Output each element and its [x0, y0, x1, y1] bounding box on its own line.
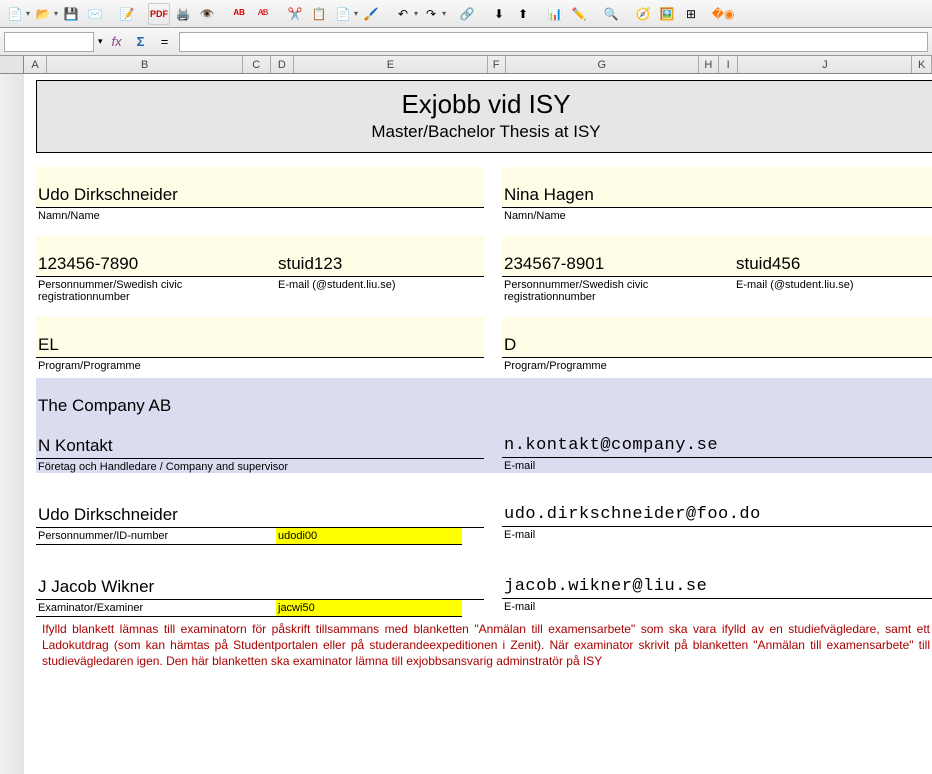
print-icon[interactable]: 🖨️	[172, 3, 194, 25]
company-email-cell[interactable]: n.kontakt@company.se	[502, 430, 932, 458]
pdf-export-icon[interactable]: PDF	[148, 3, 170, 25]
supervisor-id-label: Personnummer/ID-number	[36, 528, 276, 545]
page-title: Exjobb vid ISY	[37, 89, 932, 120]
edit-doc-icon[interactable]: 📝	[116, 3, 138, 25]
cut-icon[interactable]: ✂️	[284, 3, 306, 25]
student2-stuid-cell[interactable]: stuid456	[734, 236, 932, 277]
row-headers	[0, 74, 24, 774]
cell-reference-input[interactable]	[4, 32, 94, 52]
page-subtitle: Master/Bachelor Thesis at ISY	[37, 122, 932, 142]
col-header[interactable]: G	[506, 56, 699, 73]
sort-asc-icon[interactable]: ⬇	[488, 3, 510, 25]
student1-stuid-cell[interactable]: stuid123	[276, 236, 484, 277]
student1-stuid-label: E-mail (@student.liu.se)	[276, 277, 484, 303]
examiner-email-label: E-mail	[502, 599, 932, 613]
new-doc-icon[interactable]: 📄	[4, 3, 26, 25]
auto-spellcheck-icon[interactable]: ᴬͨᴮ	[252, 3, 274, 25]
examiner-name-cell[interactable]: J Jacob Wikner	[36, 559, 484, 600]
paste-icon[interactable]: 📄	[332, 3, 354, 25]
student2-name-cell[interactable]: Nina Hagen	[502, 167, 932, 208]
student2-program-cell[interactable]: D	[502, 317, 932, 358]
col-header[interactable]: E	[294, 56, 487, 73]
examiner-liuid-cell[interactable]: jacwi50	[276, 600, 462, 617]
student2-stuid-label: E-mail (@student.liu.se)	[734, 277, 932, 303]
company-name-cell[interactable]: The Company AB	[36, 392, 484, 430]
student2-pnr-label: Personnummer/Swedish civic registrationn…	[502, 277, 734, 303]
main-toolbar: 📄▾ 📂▾ 💾 ✉️ 📝 PDF 🖨️ 👁️ ᴬᴮ ᴬͨᴮ ✂️ 📋 📄▾ 🖌️…	[0, 0, 932, 28]
supervisor-email-label: E-mail	[502, 527, 932, 541]
student1-program-label: Program/Programme	[36, 358, 484, 372]
select-all-corner[interactable]	[0, 56, 24, 73]
email-icon[interactable]: ✉️	[84, 3, 106, 25]
student2-pnr-cell[interactable]: 234567-8901	[502, 236, 734, 277]
supervisor-name-cell[interactable]: Udo Dirkschneider	[36, 487, 484, 528]
student2-name-label: Namn/Name	[502, 208, 932, 222]
spreadsheet-grid[interactable]: A B C D E F G H I J K Exjobb vid ISY Mas…	[0, 56, 932, 670]
col-header[interactable]: K	[912, 56, 932, 73]
print-preview-icon[interactable]: 👁️	[196, 3, 218, 25]
examiner-email-cell[interactable]: jacob.wikner@liu.se	[502, 559, 932, 599]
sort-desc-icon[interactable]: ⬆	[512, 3, 534, 25]
document-header: Exjobb vid ISY Master/Bachelor Thesis at…	[36, 80, 932, 153]
col-header[interactable]: H	[699, 56, 719, 73]
col-header[interactable]: F	[488, 56, 506, 73]
gallery-icon[interactable]: 🖼️	[656, 3, 678, 25]
copy-icon[interactable]: 📋	[308, 3, 330, 25]
student1-name-cell[interactable]: Udo Dirkschneider	[36, 167, 484, 208]
redo-icon[interactable]: ↷	[420, 3, 442, 25]
student1-program-cell[interactable]: EL	[36, 317, 484, 358]
navigator-icon[interactable]: 🧭	[632, 3, 654, 25]
examiner-label: Examinator/Examiner	[36, 600, 276, 617]
supervisor-liuid-cell[interactable]: udodi00	[276, 528, 462, 545]
hyperlink-icon[interactable]: 🔗	[456, 3, 478, 25]
help-icon[interactable]: �◉	[712, 3, 734, 25]
open-icon[interactable]: 📂	[32, 3, 54, 25]
student1-pnr-cell[interactable]: 123456-7890	[36, 236, 276, 277]
col-header[interactable]: B	[47, 56, 242, 73]
col-header[interactable]: D	[271, 56, 295, 73]
function-wizard-icon[interactable]: fx	[107, 32, 127, 52]
save-icon[interactable]: 💾	[60, 3, 82, 25]
undo-icon[interactable]: ↶	[392, 3, 414, 25]
column-headers: A B C D E F G H I J K	[0, 56, 932, 74]
col-header[interactable]: A	[24, 56, 48, 73]
company-email-label: E-mail	[502, 458, 932, 472]
col-header[interactable]: C	[243, 56, 271, 73]
student2-program-label: Program/Programme	[502, 358, 932, 372]
sum-icon[interactable]: Σ	[131, 32, 151, 52]
show-draw-icon[interactable]: ✏️	[568, 3, 590, 25]
col-header[interactable]: I	[719, 56, 739, 73]
student1-pnr-label: Personnummer/Swedish civic registrationn…	[36, 277, 276, 303]
find-icon[interactable]: 🔍	[600, 3, 622, 25]
spellcheck-icon[interactable]: ᴬᴮ	[228, 3, 250, 25]
company-label: Företag och Handledare / Company and sup…	[36, 459, 484, 473]
supervisor-email-cell[interactable]: udo.dirkschneider@foo.do	[502, 487, 932, 527]
company-contact-cell[interactable]: N Kontakt	[36, 430, 484, 459]
col-header[interactable]: J	[738, 56, 912, 73]
datasources-icon[interactable]: ⊞	[680, 3, 702, 25]
formula-bar: ▾ fx Σ =	[0, 28, 932, 56]
format-paintbrush-icon[interactable]: 🖌️	[360, 3, 382, 25]
student1-name-label: Namn/Name	[36, 208, 484, 222]
formula-input[interactable]	[179, 32, 928, 52]
chart-icon[interactable]: 📊	[544, 3, 566, 25]
equals-icon[interactable]: =	[155, 32, 175, 52]
footer-instructions: Ifylld blankett lämnas till examinatorn …	[36, 617, 932, 670]
